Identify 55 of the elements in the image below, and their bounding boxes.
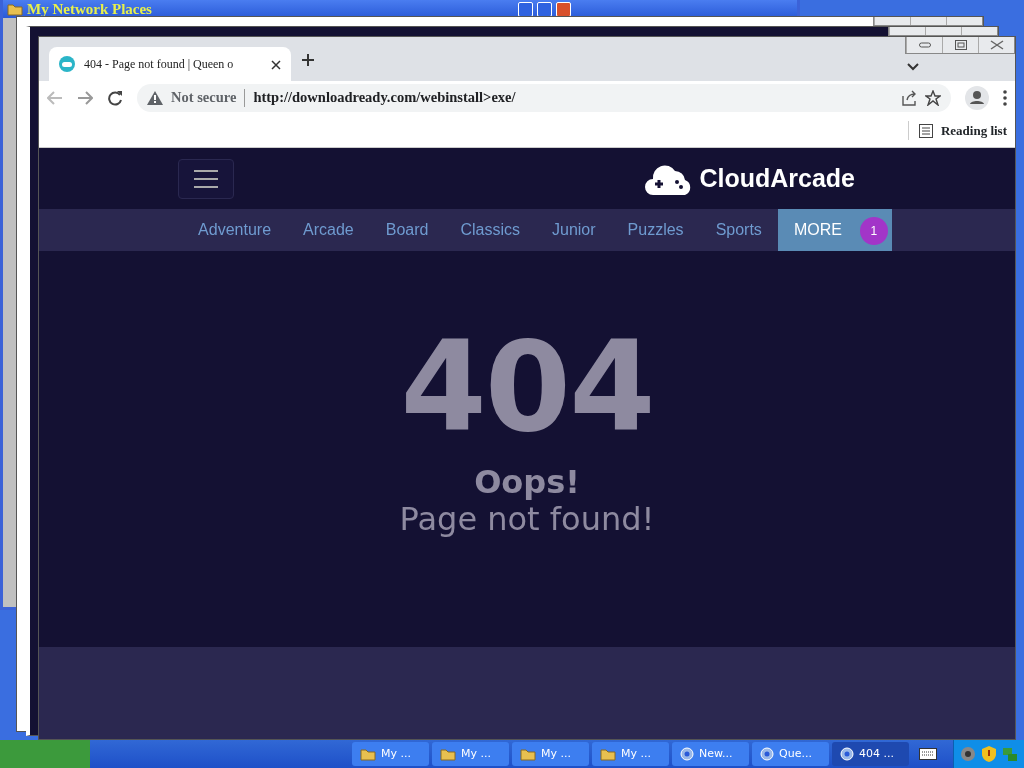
warning-icon (147, 90, 163, 105)
start-button[interactable] (0, 740, 90, 768)
count-badge: 1 (859, 217, 888, 245)
more-menu-link[interactable]: MORE 1 (777, 209, 892, 251)
menu-button[interactable] (178, 158, 234, 199)
logo[interactable]: CloudArcade (645, 159, 855, 198)
share-icon[interactable] (901, 89, 917, 106)
browser-icon (840, 747, 854, 761)
chevron-down-icon (907, 63, 919, 71)
forward-icon[interactable] (77, 90, 93, 105)
taskbar-button[interactable]: My ... (352, 742, 429, 766)
star-icon[interactable] (925, 89, 941, 106)
folder-icon (360, 747, 376, 761)
window-title: My Network Places (27, 0, 152, 19)
profile-icon[interactable] (965, 85, 989, 110)
reload-icon[interactable] (107, 89, 123, 106)
nav-link[interactable]: Arcade (287, 209, 370, 251)
taskbar-button[interactable]: New... (672, 742, 749, 766)
shield-icon[interactable] (982, 746, 996, 762)
reading-list-button[interactable]: Reading list (907, 120, 1007, 141)
nav-link[interactable]: Classics (444, 209, 536, 251)
nav-link[interactable]: Junior (536, 209, 612, 251)
nav-link[interactable]: Adventure (182, 209, 288, 251)
security-label: Not secure (171, 87, 237, 107)
folder-icon (520, 747, 536, 761)
error-title: Oops! (474, 465, 580, 501)
close-icon (271, 60, 281, 71)
nav-link[interactable]: Sports (699, 209, 778, 251)
taskbar-button[interactable]: My ... (592, 742, 669, 766)
taskbar-button[interactable]: 404 ... (832, 742, 909, 766)
menu-icon (193, 168, 219, 189)
taskbar-button[interactable]: My ... (512, 742, 589, 766)
keyboard-icon[interactable] (919, 748, 937, 760)
address-field[interactable]: Not secure http://downloadready.com/webinstall>exe/ (137, 83, 951, 112)
nav-link[interactable]: Puzzles (611, 209, 700, 251)
browser-icon (760, 747, 774, 761)
error-code: 404 (400, 325, 654, 449)
menu-icon[interactable] (1003, 89, 1007, 106)
nav-link[interactable]: Board (369, 209, 445, 251)
taskbar-button[interactable]: Que... (752, 742, 829, 766)
folder-icon (600, 747, 616, 761)
plus-icon (301, 52, 315, 67)
list-icon (918, 123, 933, 138)
browser-icon (680, 747, 694, 761)
url-text: http://downloadready.com/webinstall>exe/ (253, 87, 517, 107)
folder-icon (7, 2, 23, 16)
taskbar-button[interactable]: My ... (432, 742, 509, 766)
speaker-icon[interactable] (960, 746, 976, 762)
error-message: Page not found! (399, 500, 655, 539)
tab-search-button[interactable] (907, 63, 919, 71)
minimize-icon (918, 42, 931, 48)
restore-icon (954, 40, 967, 50)
close-icon (989, 40, 1004, 50)
browser-tab[interactable]: 404 - Page not found | Queen o (49, 47, 291, 81)
folder-icon (440, 747, 456, 761)
